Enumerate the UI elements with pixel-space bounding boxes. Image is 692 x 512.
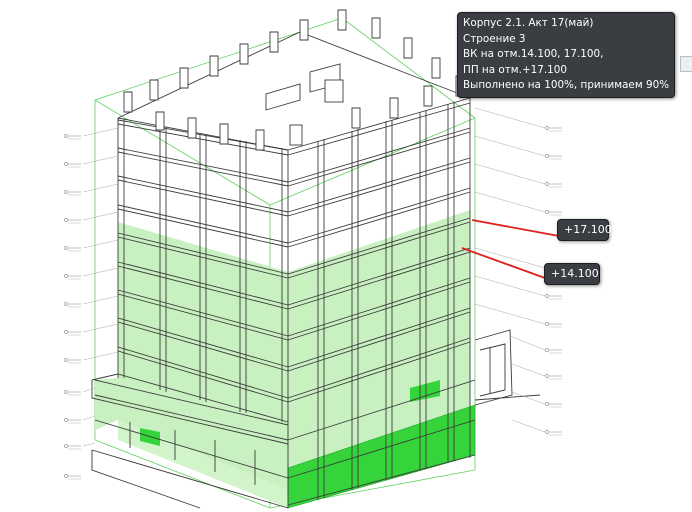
viewcube-icon[interactable] [680, 56, 692, 72]
annex [474, 329, 541, 406]
tooltip-line-building: Корпус 2.1. Акт 17(май) [463, 17, 594, 29]
elevation-tag-upper: +17.100 [557, 219, 612, 241]
tooltip-line-pp: ПП на отм.+17.100 [463, 63, 568, 76]
tooltip-line-structure: Строение 3 [463, 32, 526, 45]
elevation-tag-lower: +14.100 [544, 263, 600, 285]
tooltip-line-progress: Выполнено на 100%, принимаем 90% [463, 79, 670, 92]
info-tooltip: Корпус 2.1. Акт 17(май) Строение 3 ВК на… [457, 12, 675, 98]
level-markers-left [64, 127, 119, 480]
tooltip-line-vk: ВК на отм.14.100, 17.100, [463, 48, 604, 61]
